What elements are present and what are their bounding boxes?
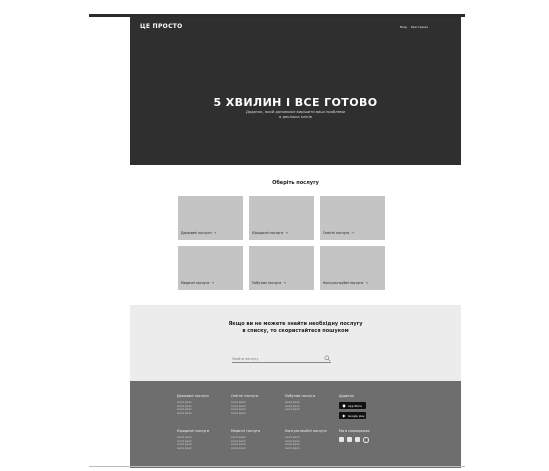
footer-column: Державні послуги Lorem ipsum Lorem ipsum… [177, 394, 232, 415]
search-icon[interactable] [324, 355, 331, 362]
app-store-button[interactable]: App Store [339, 402, 366, 409]
footer-column: Побутові послуги Lorem ipsum Lorem ipsum… [285, 394, 340, 412]
footer-column-title: Консультаційні послуги [285, 429, 327, 433]
footer-column: Консультаційні послуги Lorem ipsum Lorem… [285, 429, 340, 450]
footer-link[interactable]: Lorem ipsum [285, 408, 340, 412]
arrow-right-icon: → [285, 231, 288, 235]
hero-subtitle: Додаток, який допоможе вирішити ваші про… [130, 110, 461, 120]
arrow-right-icon: → [213, 231, 217, 235]
search-title-line: Якщо ви не можете знайти необхідну послу… [228, 321, 363, 327]
service-tile-label: Побутові послуги → [252, 281, 286, 285]
service-tile-state[interactable]: Державні послуги → [178, 196, 243, 240]
service-label-text: Медичні послуги [181, 281, 210, 285]
app-store-label: App Store [348, 403, 362, 408]
service-tile-household[interactable]: Побутові послуги → [249, 246, 314, 290]
footer-column-title: Юридичні послуги [177, 429, 210, 433]
arrow-right-icon: → [365, 281, 368, 285]
service-label-text: Консультаційні послуги [323, 281, 364, 285]
search-input[interactable] [232, 355, 320, 362]
footer-link[interactable]: Lorem ipsum [177, 447, 232, 451]
arrow-right-icon: → [351, 231, 354, 235]
search-section: Якщо ви не можете знайти необхідну послу… [130, 305, 461, 381]
page: ЦЕ ПРОСТО Вхід Реєстрація 5 ХВИЛИН І ВСЕ… [130, 17, 461, 468]
google-play-label: Google play [348, 413, 365, 418]
footer-link[interactable]: Lorem ipsum [177, 412, 232, 416]
footer-app-title: Додаток [339, 394, 354, 398]
service-tile-consulting[interactable]: Консультаційні послуги → [320, 246, 385, 290]
service-label-text: Державні послуги [181, 231, 212, 235]
footer-column-title: Державні послуги [177, 394, 209, 398]
service-label-text: Освітні послуги [323, 231, 350, 235]
service-tile-education[interactable]: Освітні послуги → [320, 196, 385, 240]
arrow-right-icon: → [283, 281, 286, 285]
service-tile-medical[interactable]: Медичні послуги → [178, 246, 243, 290]
top-nav: Вхід Реєстрація [400, 25, 428, 29]
footer-link[interactable]: Lorem ipsum [285, 447, 340, 451]
logo[interactable]: ЦЕ ПРОСТО [140, 23, 183, 30]
hero-subtitle-line: в декілька кліків [279, 115, 312, 119]
login-link[interactable]: Вхід [400, 25, 407, 29]
footer-social-column: Ми в соцмережах [339, 429, 394, 433]
footer: Державні послуги Lorem ipsum Lorem ipsum… [130, 381, 461, 468]
youtube-icon[interactable] [355, 437, 360, 442]
footer-link[interactable]: Lorem ipsum [231, 412, 286, 416]
footer-social-title: Ми в соцмережах [339, 429, 370, 433]
search-title: Якщо ви не можете знайти необхідну послу… [130, 321, 461, 335]
services-title: Оберіть послугу [272, 180, 319, 186]
service-label-text: Побутові послуги [252, 281, 282, 285]
facebook-icon[interactable] [339, 437, 344, 442]
register-link[interactable]: Реєстрація [411, 25, 428, 29]
service-tile-label: Медичні послуги → [181, 281, 214, 285]
search-title-line: в списку, то скористайтеся пошуком [242, 328, 349, 334]
bottom-rule [89, 466, 465, 467]
service-tile-label: Державні послуги → [181, 231, 216, 235]
footer-column-title: Освітні послуги [231, 394, 259, 398]
instagram-icon[interactable] [363, 437, 369, 443]
apple-icon [342, 404, 346, 407]
footer-column-title: Медичні послуги [231, 429, 261, 433]
google-play-button[interactable]: Google play [339, 412, 366, 419]
footer-app-column: Додаток [339, 394, 394, 398]
hero-title: 5 ХВИЛИН І ВСЕ ГОТОВО [213, 96, 378, 109]
service-tile-label: Освітні послуги → [323, 231, 354, 235]
service-tile-label: Юридичні послуги → [252, 231, 288, 235]
service-tile-legal[interactable]: Юридичні послуги → [249, 196, 314, 240]
arrow-right-icon: → [211, 281, 214, 285]
service-label-text: Юридичні послуги [252, 231, 284, 235]
footer-link[interactable]: Lorem ipsum [231, 447, 286, 451]
footer-column: Медичні послуги Lorem ipsum Lorem ipsum … [231, 429, 286, 450]
search-box [232, 355, 331, 363]
footer-column-title: Побутові послуги [285, 394, 316, 398]
social-icons [339, 437, 369, 443]
service-tile-label: Консультаційні послуги → [323, 281, 368, 285]
footer-column: Освітні послуги Lorem ipsum Lorem ipsum … [231, 394, 286, 415]
twitter-icon[interactable] [347, 437, 352, 442]
hero-section: ЦЕ ПРОСТО Вхід Реєстрація 5 ХВИЛИН І ВСЕ… [130, 17, 461, 165]
google-play-icon [342, 413, 346, 418]
footer-column: Юридичні послуги Lorem ipsum Lorem ipsum… [177, 429, 232, 450]
